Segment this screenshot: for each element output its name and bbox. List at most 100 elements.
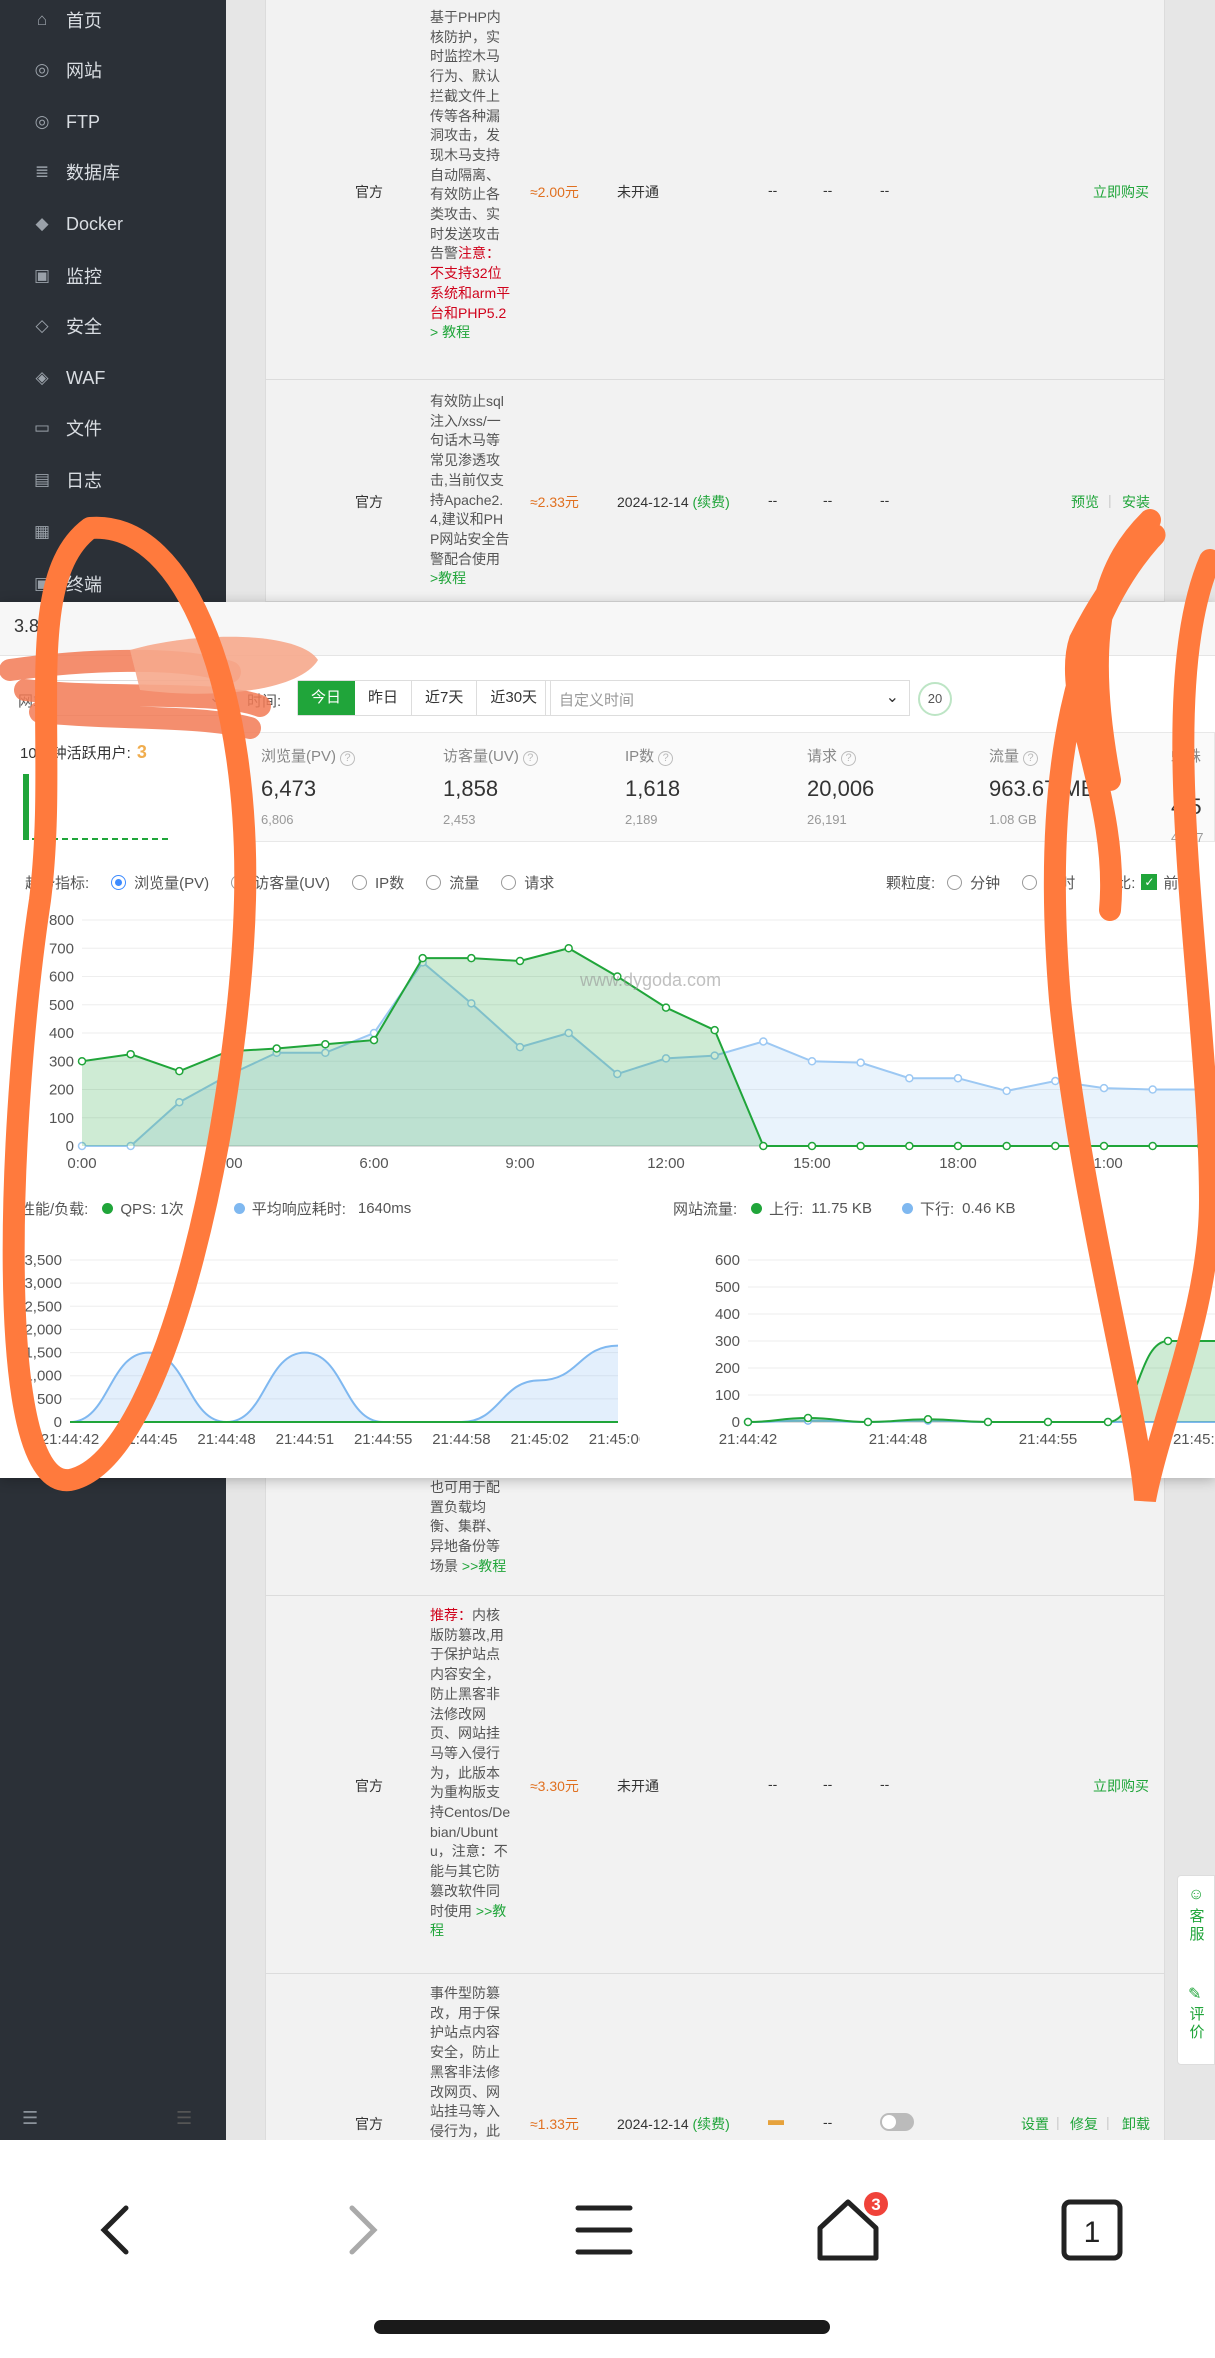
- tabs-icon[interactable]: 1: [1052, 2190, 1132, 2270]
- granularity-minute-radio[interactable]: 分钟: [947, 872, 1000, 893]
- stat-value: 963.67 MB: [989, 776, 1096, 801]
- repair-button[interactable]: 修复: [1070, 2114, 1098, 2134]
- status-toggle[interactable]: [880, 2113, 914, 2131]
- y-tick-label: 600: [49, 969, 74, 986]
- tab-yesterday[interactable]: 昨日: [355, 681, 413, 715]
- granularity-hour-radio[interactable]: 小时: [1022, 872, 1075, 893]
- expire-cell: 2024-12-14 (续费): [617, 494, 730, 510]
- trend-request-radio[interactable]: 请求: [501, 872, 554, 893]
- back-icon[interactable]: [76, 2190, 156, 2270]
- y-tick-label: 0: [54, 1414, 62, 1431]
- data-point: [953, 1141, 963, 1151]
- uninstall-button[interactable]: 卸载: [1122, 2114, 1150, 2134]
- help-icon[interactable]: ?: [1023, 751, 1039, 766]
- series-area: [748, 1341, 1215, 1422]
- renew-link[interactable]: (续费): [693, 494, 730, 510]
- sidebar-item-label: 监控: [66, 267, 102, 287]
- radio-dot: [111, 874, 127, 890]
- forward-icon[interactable]: [322, 2190, 402, 2270]
- sidebar-item-ftp-globe[interactable]: ◎ FTP: [0, 97, 226, 147]
- y-tick-label: 400: [49, 1025, 74, 1042]
- tab-7days[interactable]: 近7天: [412, 681, 478, 715]
- dialog-title: 3.8: [0, 602, 1215, 656]
- description-cell: 推荐：内核版防篡改,用于保护站点内容安全，防止黑客非法修改网页、网站挂马等入侵行…: [430, 1607, 511, 1939]
- help-icon[interactable]: ?: [658, 751, 674, 766]
- resp-legend-label: 平均响应耗时:: [251, 1201, 346, 1218]
- sidebar-item-database[interactable]: ≣ 数据库: [0, 147, 226, 197]
- sidebar-item-globe[interactable]: ◎ 网站: [0, 45, 226, 95]
- refresh-countdown[interactable]: 20: [918, 682, 952, 716]
- home-indicator[interactable]: [374, 2320, 830, 2334]
- trend-flow-radio[interactable]: 流量: [426, 872, 479, 893]
- data-point: [923, 1415, 933, 1424]
- data-point: [759, 1141, 768, 1151]
- menu-icon[interactable]: [564, 2190, 644, 2270]
- action-divider: |: [1056, 2114, 1060, 2130]
- install-button[interactable]: 安装: [1122, 492, 1150, 512]
- custom-time-select[interactable]: 自定义时间 ⌄: [545, 680, 910, 716]
- preview-button[interactable]: 预览: [1071, 492, 1099, 512]
- perf-label: 性能/负载:: [20, 1201, 89, 1218]
- buy-now-button[interactable]: 立即购买: [1093, 182, 1149, 202]
- renew-link[interactable]: (续费): [693, 2116, 730, 2132]
- sidebar-item-waf-shield[interactable]: ◈ WAF: [0, 353, 226, 403]
- help-icon[interactable]: ?: [522, 751, 538, 766]
- sidebar-item-docker[interactable]: ◆ Docker: [0, 199, 226, 249]
- menu-settings-icon[interactable]: ☰: [176, 2108, 192, 2129]
- data-point: [223, 1047, 233, 1056]
- stat-previous: 1.08 GB: [989, 812, 1037, 827]
- trend-pv-radio[interactable]: 浏览量(PV): [111, 872, 209, 893]
- help-icon[interactable]: ?: [1175, 769, 1190, 784]
- tutorial-link[interactable]: >>教程: [462, 1558, 506, 1574]
- y-tick-label: 500: [49, 997, 74, 1014]
- compare-checkbox[interactable]: ✓: [1141, 874, 1158, 890]
- y-tick-label: 2,000: [24, 1321, 62, 1338]
- sidebar-item-cron[interactable]: ▦: [0, 507, 226, 557]
- price-cell: ≈1.33元: [530, 2116, 579, 2132]
- sidebar-item-monitor[interactable]: ▣ 监控: [0, 251, 226, 301]
- tab-30days[interactable]: 近30天: [477, 681, 551, 715]
- sidebar-item-label: 网站: [66, 61, 102, 81]
- data-point: [1197, 1141, 1206, 1151]
- x-tick-label: 18:00: [939, 1155, 977, 1172]
- svg-text:1: 1: [1084, 2216, 1101, 2249]
- folder-icon[interactable]: ▬: [768, 2112, 784, 2130]
- active-users-panel: 10分钟活跃用户: 3: [20, 742, 220, 852]
- y-tick-label: 100: [715, 1387, 740, 1404]
- data-point: [863, 1417, 873, 1427]
- trend-ip-radio[interactable]: IP数: [352, 872, 404, 893]
- help-icon[interactable]: ?: [340, 751, 356, 766]
- chevron-down-icon: ⌄: [209, 689, 221, 705]
- data-point: [1099, 1141, 1109, 1151]
- customer-service-button[interactable]: 客服: [1186, 1908, 1208, 1944]
- sidebar-item-log[interactable]: ▤ 日志: [0, 455, 226, 505]
- sidebar-footer: ☰ ☰: [0, 2100, 226, 2140]
- data-point: [1197, 1085, 1206, 1094]
- data-point: [856, 1141, 865, 1151]
- trend-uv-radio[interactable]: 访客量(UV): [231, 872, 330, 893]
- site-select[interactable]: ⌄: [55, 680, 230, 716]
- tutorial-link[interactable]: > 教程: [430, 324, 470, 340]
- data-point: [126, 1049, 135, 1059]
- settings-button[interactable]: 设置: [1021, 2114, 1049, 2134]
- collapse-menu-icon[interactable]: ☰: [22, 2108, 38, 2129]
- granularity-options: 颗粒度: 分钟 小时 对比: ✓ 前一: [886, 870, 1193, 894]
- buy-now-button[interactable]: 立即购买: [1093, 1776, 1149, 1796]
- stats-panel: 浏览量(PV)? 6,473 6,806 访客量(UV)? 1,858 2,453 IP数?…: [236, 732, 1215, 845]
- tutorial-link[interactable]: >教程: [430, 570, 466, 586]
- sidebar-item-shield[interactable]: ◇ 安全: [0, 301, 226, 351]
- data-point: [77, 1057, 87, 1066]
- resp-legend-value: 1640ms: [357, 1200, 412, 1217]
- sidebar-item-label: 终端: [66, 575, 102, 595]
- sidebar-item-folder[interactable]: ▭ 文件: [0, 403, 226, 453]
- review-button[interactable]: 评价: [1186, 2006, 1208, 2042]
- home-icon[interactable]: 3: [808, 2190, 888, 2270]
- tab-today[interactable]: 今日: [298, 681, 356, 715]
- y-tick-label: 600: [715, 1252, 740, 1269]
- help-icon[interactable]: ?: [841, 751, 857, 766]
- x-tick-label: 21:44:42: [719, 1431, 777, 1448]
- table-row: 官方 事件型防篡改，用于保护站点内容安全，防止黑客非法修改网页、网站挂马等入侵行…: [265, 1974, 1165, 2140]
- sidebar-item-home[interactable]: ⌂ 首页: [0, 0, 226, 45]
- waf-shield-icon: ◈: [35, 368, 49, 387]
- data-point: [1002, 1086, 1011, 1096]
